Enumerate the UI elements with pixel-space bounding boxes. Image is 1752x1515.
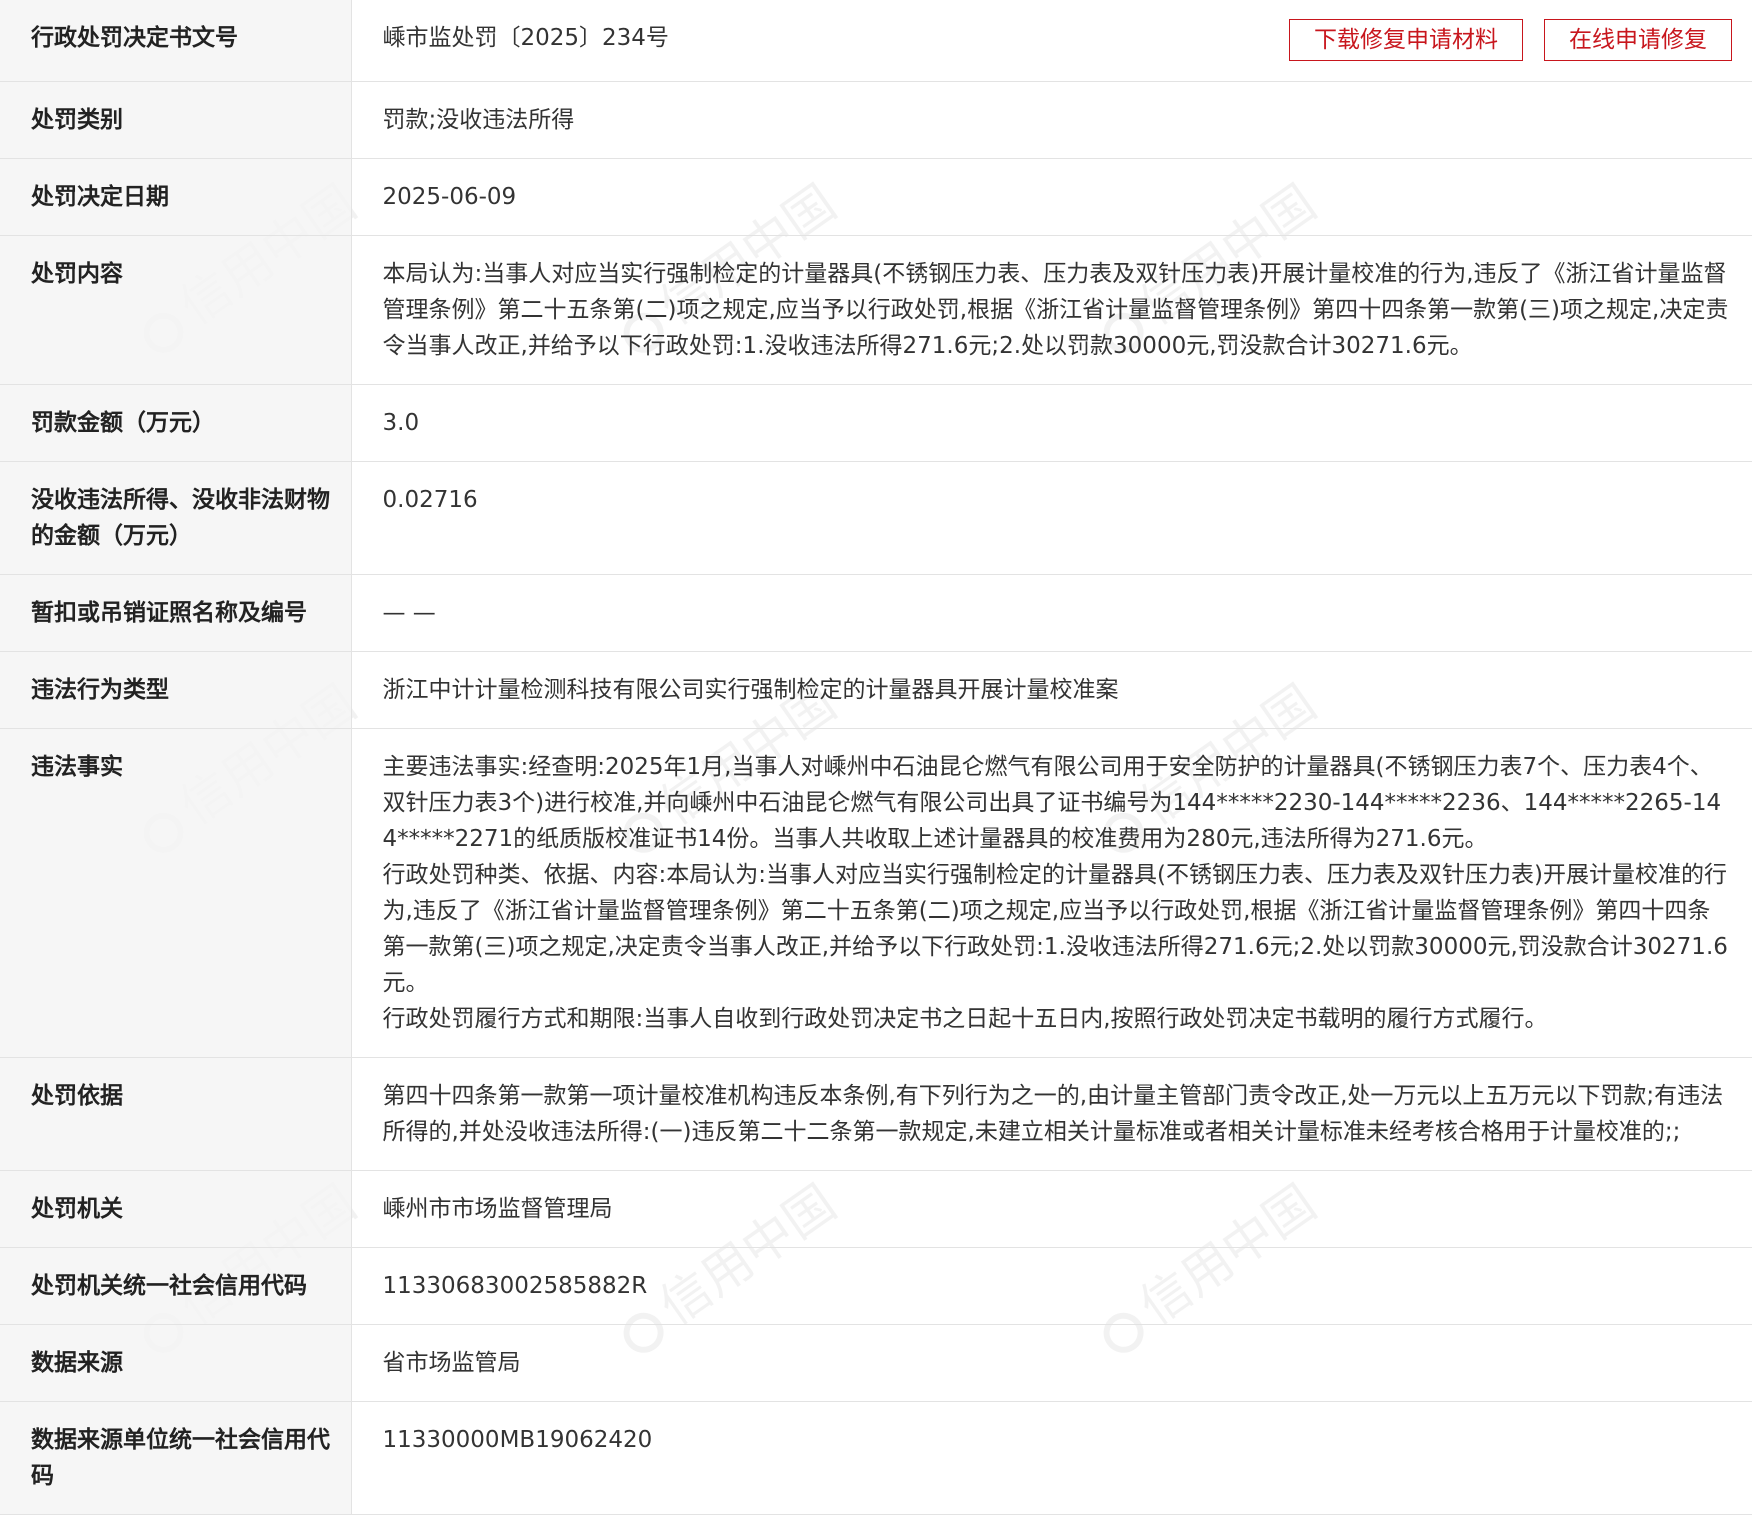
table-row: 罚款金额（万元） 3.0 — [0, 384, 1752, 462]
table-row: 处罚类别 罚款;没收违法所得 — [0, 81, 1752, 159]
field-label: 处罚内容 — [0, 235, 352, 385]
field-value: 3.0 — [351, 384, 1752, 462]
field-value: 主要违法事实:经查明:2025年1月,当事人对嵊州中石油昆仑燃气有限公司用于安全… — [351, 728, 1752, 1058]
field-value: — — — [351, 574, 1752, 652]
field-value: 第四十四条第一款第一项计量校准机构违反本条例,有下列行为之一的,由计量主管部门责… — [351, 1057, 1752, 1171]
field-label: 处罚类别 — [0, 81, 352, 159]
table-row: 违法行为类型 浙江中计计量检测科技有限公司实行强制检定的计量器具开展计量校准案 — [0, 651, 1752, 729]
table-row: 数据来源 省市场监管局 — [0, 1324, 1752, 1402]
field-value: 嵊市监处罚〔2025〕234号 下载修复申请材料 在线申请修复 — [351, 0, 1752, 82]
table-row: 行政处罚决定书文号 嵊市监处罚〔2025〕234号 下载修复申请材料 在线申请修… — [0, 0, 1752, 82]
field-label: 数据来源单位统一社会信用代码 — [0, 1401, 352, 1515]
field-value: 本局认为:当事人对应当实行强制检定的计量器具(不锈钢压力表、压力表及双针压力表)… — [351, 235, 1752, 385]
field-label: 数据来源 — [0, 1324, 352, 1402]
doc-number-value: 嵊市监处罚〔2025〕234号 — [382, 25, 669, 51]
field-label: 违法行为类型 — [0, 651, 352, 729]
table-row: 处罚机关统一社会信用代码 11330683002585882R — [0, 1247, 1752, 1325]
violation-facts-paragraph: 行政处罚种类、依据、内容:本局认为:当事人对应当实行强制检定的计量器具(不锈钢压… — [382, 862, 1728, 996]
field-value: 2025-06-09 — [351, 158, 1752, 236]
table-row: 违法事实 主要违法事实:经查明:2025年1月,当事人对嵊州中石油昆仑燃气有限公… — [0, 728, 1752, 1058]
field-label: 处罚机关 — [0, 1170, 352, 1248]
field-label: 罚款金额（万元） — [0, 384, 352, 462]
field-value: 浙江中计计量检测科技有限公司实行强制检定的计量器具开展计量校准案 — [351, 651, 1752, 729]
field-label: 处罚依据 — [0, 1057, 352, 1171]
field-label: 处罚机关统一社会信用代码 — [0, 1247, 352, 1325]
table-row: 处罚决定日期 2025-06-09 — [0, 158, 1752, 236]
table-row: 处罚依据 第四十四条第一款第一项计量校准机构违反本条例,有下列行为之一的,由计量… — [0, 1057, 1752, 1171]
table-row: 处罚内容 本局认为:当事人对应当实行强制检定的计量器具(不锈钢压力表、压力表及双… — [0, 235, 1752, 385]
violation-facts-paragraph: 行政处罚履行方式和期限:当事人自收到行政处罚决定书之日起十五日内,按照行政处罚决… — [382, 1006, 1548, 1032]
field-value: 0.02716 — [351, 461, 1752, 575]
table-row: 数据来源单位统一社会信用代码 11330000MB19062420 — [0, 1401, 1752, 1515]
table-row: 暂扣或吊销证照名称及编号 — — — [0, 574, 1752, 652]
field-label: 违法事实 — [0, 728, 352, 1058]
field-label: 暂扣或吊销证照名称及编号 — [0, 574, 352, 652]
online-repair-application-button[interactable]: 在线申请修复 — [1544, 19, 1732, 61]
violation-facts-paragraph: 主要违法事实:经查明:2025年1月,当事人对嵊州中石油昆仑燃气有限公司用于安全… — [382, 754, 1722, 852]
field-value: 11330683002585882R — [351, 1247, 1752, 1325]
field-label: 没收违法所得、没收非法财物的金额（万元） — [0, 461, 352, 575]
field-label: 行政处罚决定书文号 — [0, 0, 352, 82]
table-row: 没收违法所得、没收非法财物的金额（万元） 0.02716 — [0, 461, 1752, 575]
penalty-record-table: 行政处罚决定书文号 嵊市监处罚〔2025〕234号 下载修复申请材料 在线申请修… — [0, 0, 1752, 1515]
field-label: 处罚决定日期 — [0, 158, 352, 236]
field-value: 11330000MB19062420 — [351, 1401, 1752, 1515]
field-value: 罚款;没收违法所得 — [351, 81, 1752, 159]
action-buttons: 下载修复申请材料 在线申请修复 — [1289, 19, 1732, 61]
field-value: 嵊州市市场监督管理局 — [351, 1170, 1752, 1248]
table-row: 处罚机关 嵊州市市场监督管理局 — [0, 1170, 1752, 1248]
field-value: 省市场监管局 — [351, 1324, 1752, 1402]
download-repair-materials-button[interactable]: 下载修复申请材料 — [1289, 19, 1523, 61]
